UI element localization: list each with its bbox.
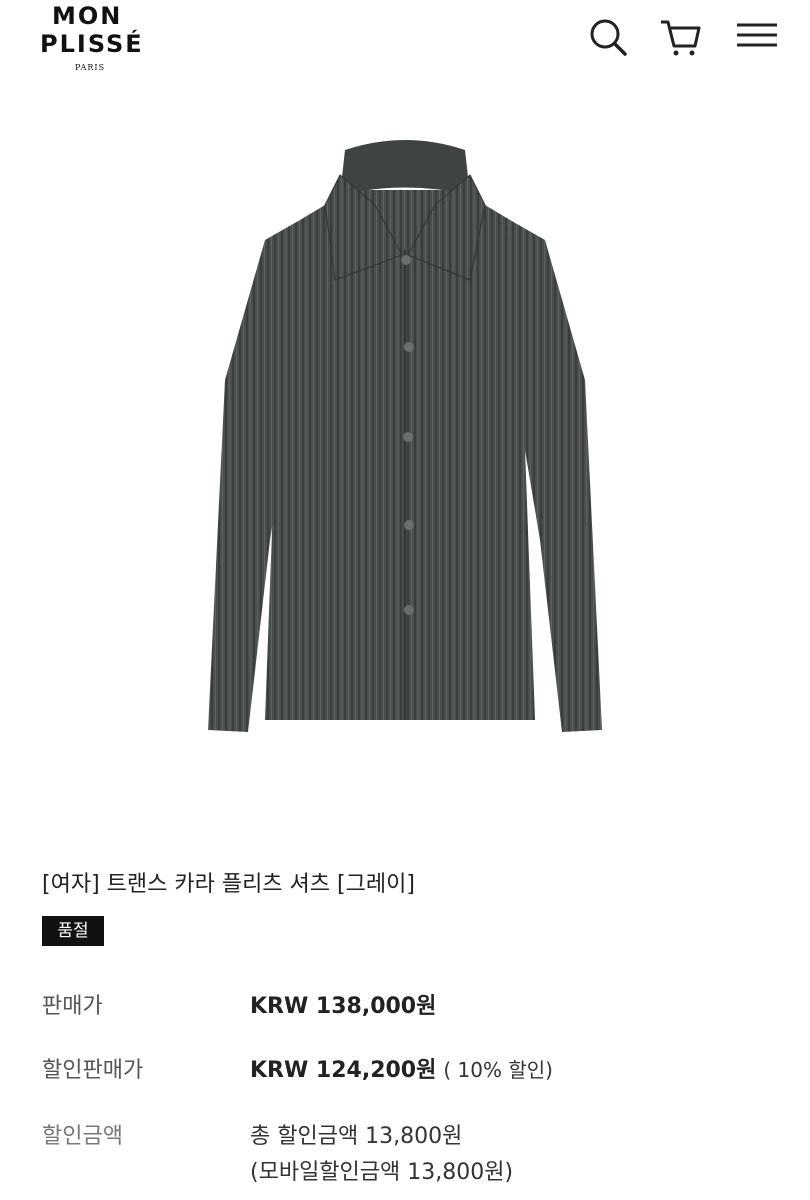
discount-amount-total: 총 할인금액 13,800원 bbox=[250, 1124, 463, 1149]
discount-price-label: 할인판매가 bbox=[42, 1058, 144, 1083]
sold-out-badge: 품절 bbox=[42, 916, 104, 946]
discount-price-row: KRW 124,200원 ( 10% 할인) bbox=[250, 1052, 553, 1084]
discount-amount-mobile: (모바일할인금액 13,800원) bbox=[250, 1160, 514, 1185]
logo-line2: PLISSÉ bbox=[40, 30, 144, 58]
product-title: [여자] 트랜스 카라 플리츠 셔츠 [그레이] bbox=[42, 872, 415, 897]
sale-price-value: KRW 138,000원 bbox=[250, 994, 437, 1019]
header: MON PLISSÉ PARIS bbox=[0, 0, 810, 90]
product-image[interactable] bbox=[190, 120, 620, 750]
logo-line1: MON bbox=[52, 2, 123, 30]
logo-sub: PARIS bbox=[74, 63, 106, 72]
discount-amount-label: 할인금액 bbox=[42, 1124, 123, 1149]
search-icon[interactable] bbox=[585, 14, 631, 60]
discount-note: ( 10% 할인) bbox=[443, 1058, 553, 1082]
sale-price-label: 판매가 bbox=[42, 994, 103, 1019]
menu-icon[interactable] bbox=[733, 14, 779, 60]
brand-logo[interactable]: MON PLISSÉ PARIS bbox=[40, 2, 144, 72]
cart-icon[interactable] bbox=[657, 14, 703, 60]
discount-price-value: KRW 124,200원 bbox=[250, 1058, 437, 1083]
